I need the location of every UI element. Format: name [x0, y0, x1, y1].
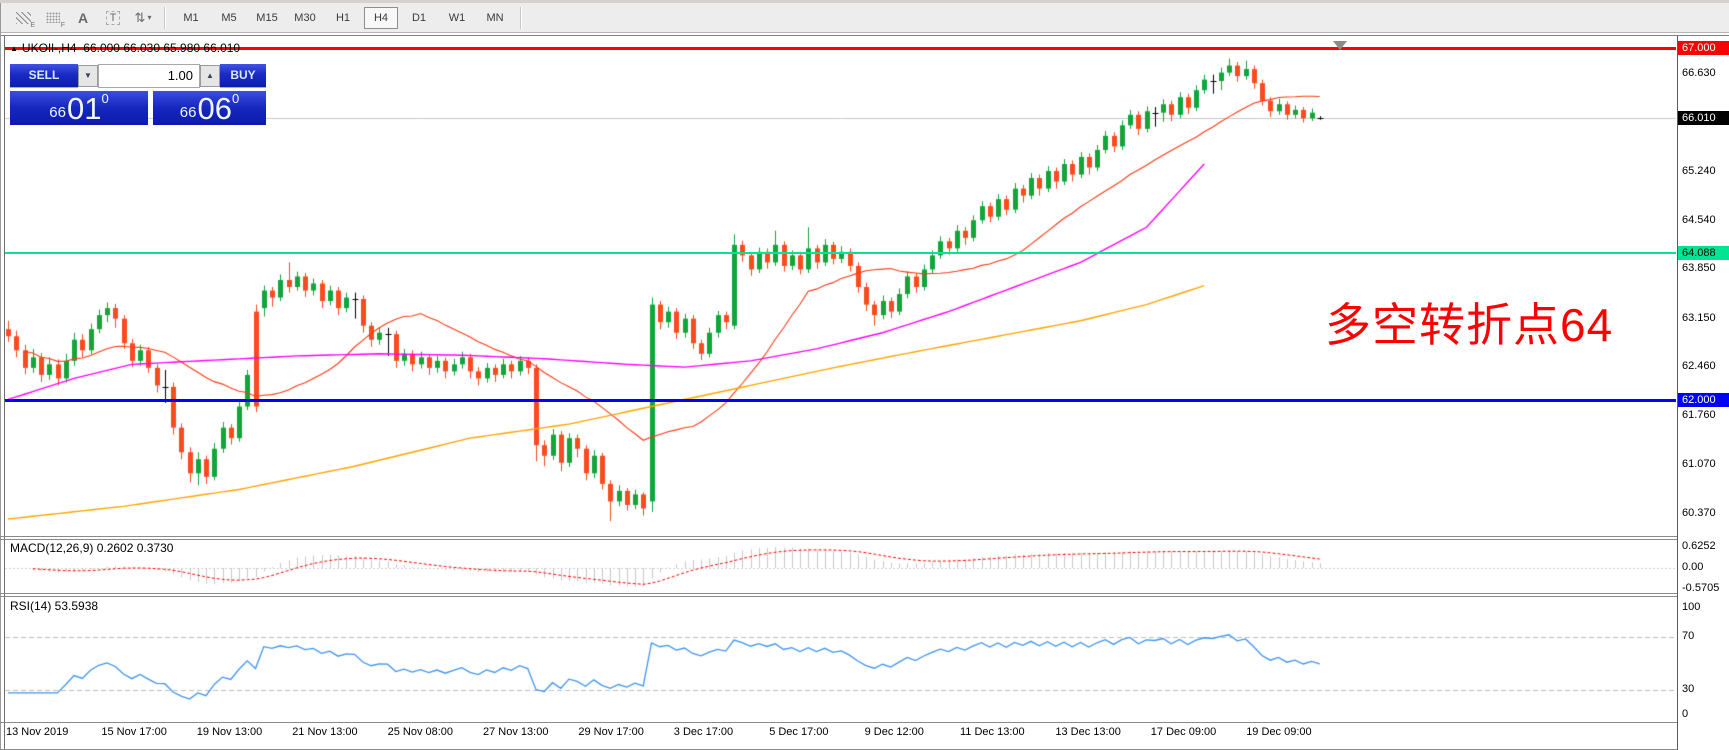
bid-price-display[interactable]: 66 01 0 — [10, 91, 148, 125]
time-axis-label: 9 Dec 12:00 — [864, 726, 924, 738]
horizontal-level-line[interactable] — [5, 251, 1676, 254]
chart-title: ▲ UKOIl-,H4 66.000 66.030 65.980 66.010 — [10, 41, 240, 55]
chart-symbol-period: UKOIl-,H4 — [21, 41, 77, 55]
bid-price-prefix: 66 — [49, 104, 66, 121]
spinner-up-icon: ▲ — [206, 71, 214, 80]
chart-shift-marker[interactable] — [1333, 41, 1347, 50]
volume-input[interactable]: 1.00 — [98, 64, 200, 88]
time-axis-label: 19 Nov 13:00 — [196, 726, 263, 738]
up-triangle-icon: ▲ — [10, 44, 18, 53]
time-axis-label: 27 Nov 13:00 — [483, 726, 549, 738]
bid-price-big-digits: 01 — [66, 91, 102, 126]
ask-price-prefix: 66 — [179, 104, 197, 121]
ask-price-big-digits: 06 — [197, 91, 232, 126]
time-axis-label: 21 Nov 13:00 — [292, 726, 358, 738]
time-axis-label: 11 Dec 13:00 — [960, 726, 1025, 738]
volume-increase-button[interactable]: ▲ — [200, 65, 220, 87]
chart-ohlc-values: 66.000 66.030 65.980 66.010 — [83, 41, 241, 55]
time-axis-label: 17 Dec 09:00 — [1150, 726, 1217, 738]
time-axis-label: 25 Nov 08:00 — [387, 726, 454, 738]
time-axis-label: 5 Dec 17:00 — [769, 726, 829, 738]
horizontal-level-line[interactable] — [5, 47, 1676, 50]
time-axis[interactable]: 13 Nov 2019 15 Nov 17:00 19 Nov 13:00 21 No… — [5, 726, 1676, 746]
chart-annotation-text: 多空转折点64 — [1325, 299, 1614, 351]
one-click-trade-panel: SELL ▼ 1.00 ▲ BUY 66 01 0 66 06 0 — [10, 64, 266, 126]
spinner-down-icon: ▼ — [84, 71, 92, 80]
volume-decrease-button[interactable]: ▼ — [78, 65, 98, 87]
buy-button[interactable]: BUY — [220, 64, 266, 88]
time-axis-label: 13 Dec 13:00 — [1055, 726, 1121, 738]
time-axis-label: 3 Dec 17:00 — [673, 726, 734, 738]
ask-price-superscript: 0 — [231, 91, 240, 106]
ask-price-display[interactable]: 66 06 0 — [153, 91, 266, 125]
time-axis-label: 15 Nov 17:00 — [101, 726, 167, 738]
horizontal-level-line[interactable] — [5, 398, 1676, 402]
time-axis-label: 29 Nov 17:00 — [578, 726, 644, 738]
trading-platform-window: E F A T ⇅ ▾ M1M5M15M30H1H4D1W1MN ▲UKOIl-… — [0, 0, 1729, 750]
sell-button[interactable]: SELL — [10, 64, 78, 88]
time-axis-label: 13 Nov 2019 — [6, 726, 69, 738]
bid-price-superscript: 0 — [101, 91, 109, 106]
macd-indicator-label: MACD(12,26,9) 0.2602 0.3730 — [10, 541, 174, 555]
time-axis-label: 19 Dec 09:00 — [1246, 726, 1312, 738]
rsi-indicator-label: RSI(14) 53.5938 — [10, 599, 99, 613]
